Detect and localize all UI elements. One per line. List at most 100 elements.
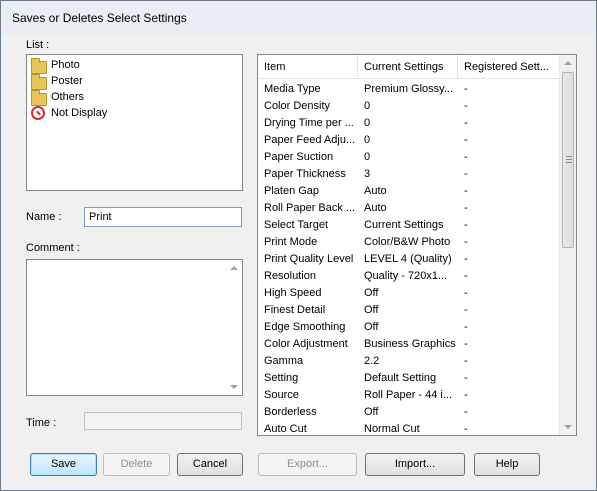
scroll-down-arrow-icon[interactable]: [230, 385, 238, 389]
registered-setting-cell: -: [464, 83, 468, 95]
registered-setting-cell: -: [464, 100, 468, 112]
current-setting-cell: Off: [364, 321, 379, 333]
registered-setting-cell: -: [464, 134, 468, 146]
item-cell: Print Mode: [264, 236, 318, 248]
item-cell: Select Target: [264, 219, 329, 231]
folder-icon: [31, 58, 47, 74]
folder-icon: [31, 90, 47, 106]
registered-setting-cell: -: [464, 236, 468, 248]
current-setting-cell: Off: [364, 287, 379, 299]
settings-list[interactable]: Photo Poster Others Not Display: [26, 54, 243, 191]
delete-button[interactable]: Delete: [103, 453, 170, 476]
registered-setting-cell: -: [464, 151, 468, 163]
current-setting-cell: Roll Paper - 44 i...: [364, 389, 453, 401]
settings-table[interactable]: Item Current Settings Registered Sett...…: [257, 54, 577, 436]
current-setting-cell: Business Graphics: [364, 338, 456, 350]
import-button[interactable]: Import...: [365, 453, 465, 476]
column-header-current-settings[interactable]: Current Settings: [358, 55, 458, 79]
registered-setting-cell: -: [464, 304, 468, 316]
current-setting-cell: Off: [364, 406, 379, 418]
title-bar[interactable]: Saves or Deletes Select Settings: [1, 1, 596, 35]
registered-setting-cell: -: [464, 406, 468, 418]
scroll-up-arrow-icon[interactable]: [230, 266, 238, 270]
list-item-label: Poster: [51, 75, 83, 87]
list-item-label: Not Display: [51, 107, 108, 119]
current-setting-cell: Current Settings: [364, 219, 444, 231]
help-button[interactable]: Help: [474, 453, 540, 476]
current-setting-cell: Off: [364, 304, 379, 316]
comment-scrollbar[interactable]: [225, 260, 242, 395]
current-setting-cell: Premium Glossy...: [364, 83, 454, 95]
column-header-item[interactable]: Item: [258, 55, 358, 79]
current-setting-cell: 0: [364, 100, 371, 112]
time-label: Time :: [26, 417, 57, 429]
table-row[interactable]: Resolution Quality - 720x1... -: [258, 268, 560, 285]
no-entry-icon: [31, 106, 45, 120]
table-row[interactable]: Media Type Premium Glossy... -: [258, 81, 560, 98]
item-cell: Edge Smoothing: [264, 321, 346, 333]
current-setting-cell: Normal Cut: [364, 423, 420, 435]
item-cell: Setting: [264, 372, 299, 384]
table-row[interactable]: Borderless Off -: [258, 404, 560, 421]
scroll-down-arrow-icon[interactable]: [564, 425, 572, 429]
name-input[interactable]: [84, 207, 242, 227]
table-row[interactable]: Source Roll Paper - 44 i... -: [258, 387, 560, 404]
item-cell: High Speed: [264, 287, 322, 299]
table-row[interactable]: Print Quality Level LEVEL 4 (Quality) -: [258, 251, 560, 268]
table-row[interactable]: Select Target Current Settings -: [258, 217, 560, 234]
table-row[interactable]: Finest Detail Off -: [258, 302, 560, 319]
item-cell: Print Quality Level: [264, 253, 354, 265]
table-row[interactable]: Print Mode Color/B&W Photo -: [258, 234, 560, 251]
current-setting-cell: LEVEL 4 (Quality): [364, 253, 452, 265]
table-row[interactable]: Gamma 2.2 -: [258, 353, 560, 370]
list-item[interactable]: Poster: [31, 73, 83, 90]
list-label: List :: [26, 39, 50, 51]
table-row[interactable]: Paper Feed Adju... 0 -: [258, 132, 560, 149]
folder-icon: [31, 74, 47, 90]
item-cell: Color Density: [264, 100, 331, 112]
current-setting-cell: Default Setting: [364, 372, 437, 384]
name-label: Name :: [26, 211, 62, 223]
table-row[interactable]: Edge Smoothing Off -: [258, 319, 560, 336]
item-cell: Paper Thickness: [264, 168, 346, 180]
item-cell: Paper Feed Adju...: [264, 134, 356, 146]
current-setting-cell: 0: [364, 134, 371, 146]
list-item[interactable]: Others: [31, 89, 85, 106]
list-item[interactable]: Photo: [31, 57, 80, 74]
table-row[interactable]: High Speed Off -: [258, 285, 560, 302]
item-cell: Color Adjustment: [264, 338, 348, 350]
list-item-label: Photo: [51, 59, 80, 71]
item-cell: Platen Gap: [264, 185, 320, 197]
item-cell: Borderless: [264, 406, 317, 418]
table-row[interactable]: Color Density 0 -: [258, 98, 560, 115]
table-scrollbar[interactable]: [559, 55, 576, 435]
table-row[interactable]: Platen Gap Auto -: [258, 183, 560, 200]
list-item[interactable]: Not Display: [31, 105, 107, 121]
column-header-registered-settings[interactable]: Registered Sett...: [458, 55, 560, 79]
table-row[interactable]: Auto Cut Normal Cut -: [258, 421, 560, 435]
registered-setting-cell: -: [464, 423, 468, 435]
scroll-up-arrow-icon[interactable]: [564, 61, 572, 65]
current-setting-cell: 3: [364, 168, 371, 180]
table-row[interactable]: Drying Time per ... 0 -: [258, 115, 560, 132]
table-row[interactable]: Paper Suction 0 -: [258, 149, 560, 166]
cancel-button[interactable]: Cancel: [177, 453, 243, 476]
table-row[interactable]: Paper Thickness 3 -: [258, 166, 560, 183]
time-field: [84, 412, 242, 430]
comment-textarea[interactable]: [26, 259, 243, 396]
table-body: Media Type Premium Glossy... - Color Densit…: [258, 81, 560, 435]
table-row[interactable]: Setting Default Setting -: [258, 370, 560, 387]
table-row[interactable]: Color Adjustment Business Graphics -: [258, 336, 560, 353]
current-setting-cell: Auto: [364, 202, 387, 214]
current-setting-cell: 0: [364, 151, 371, 163]
registered-setting-cell: -: [464, 355, 468, 367]
grip-line: [566, 156, 572, 157]
save-button[interactable]: Save: [30, 453, 97, 476]
export-button[interactable]: Export...: [258, 453, 357, 476]
list-item-label: Others: [51, 91, 85, 103]
scrollbar-thumb[interactable]: [562, 72, 574, 248]
grip-line: [566, 159, 572, 160]
dialog-window: Saves or Deletes Select Settings List : …: [0, 0, 597, 491]
current-setting-cell: 0: [364, 117, 371, 129]
table-row[interactable]: Roll Paper Back ... Auto -: [258, 200, 560, 217]
